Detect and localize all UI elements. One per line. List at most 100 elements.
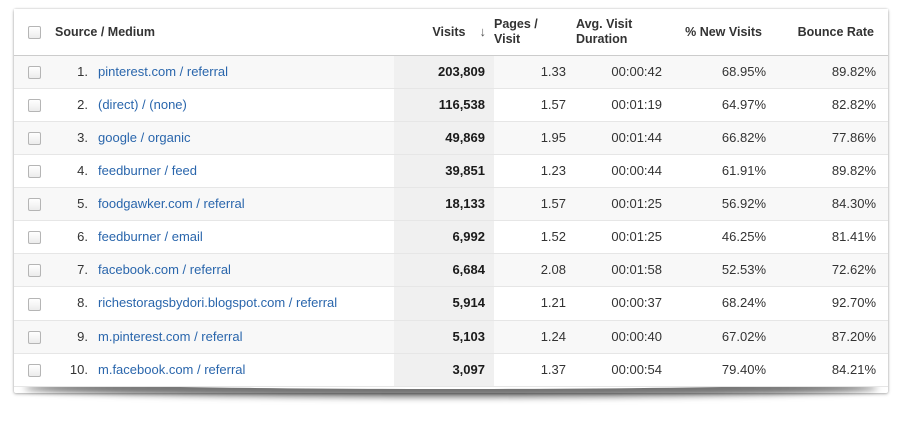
column-header-visits[interactable]: Visits↓ — [394, 9, 494, 56]
pct-new-visits-value: 61.91% — [672, 155, 776, 188]
row-rank: 10. — [54, 353, 88, 386]
column-header-label: % New Visits — [685, 25, 762, 40]
row-checkbox-cell — [14, 287, 54, 320]
page: Source / Medium Visits↓ Pages / Visit Av… — [0, 0, 909, 424]
column-header-source-medium[interactable]: Source / Medium — [54, 9, 394, 56]
pct-new-visits-value: 68.24% — [672, 287, 776, 320]
pages-per-visit-value: 1.52 — [494, 221, 576, 254]
column-header-label: Pages / Visit — [494, 17, 562, 47]
column-header-bounce-rate[interactable]: Bounce Rate — [776, 9, 888, 56]
table-row: 3. google / organic 49,869 1.95 00:01:44… — [14, 122, 888, 155]
visits-value: 116,538 — [394, 89, 494, 122]
row-checkbox[interactable] — [28, 231, 41, 244]
source-medium-link[interactable]: feedburner / feed — [98, 163, 197, 178]
column-header-pct-new-visits[interactable]: % New Visits — [672, 9, 776, 56]
source-medium-cell: pinterest.com / referral — [88, 56, 394, 89]
row-checkbox-cell — [14, 155, 54, 188]
row-checkbox-cell — [14, 122, 54, 155]
visits-value: 49,869 — [394, 122, 494, 155]
pct-new-visits-value: 66.82% — [672, 122, 776, 155]
row-checkbox[interactable] — [28, 364, 41, 377]
row-checkbox[interactable] — [28, 66, 41, 79]
source-medium-link[interactable]: pinterest.com / referral — [98, 64, 228, 79]
row-checkbox-cell — [14, 56, 54, 89]
row-rank: 3. — [54, 122, 88, 155]
table-row: 8. richestoragsbydori.blogspot.com / ref… — [14, 287, 888, 320]
bounce-rate-value: 82.82% — [776, 89, 888, 122]
pages-per-visit-value: 2.08 — [494, 254, 576, 287]
pages-per-visit-value: 1.24 — [494, 320, 576, 353]
row-checkbox[interactable] — [28, 99, 41, 112]
source-medium-link[interactable]: richestoragsbydori.blogspot.com / referr… — [98, 295, 337, 310]
avg-visit-duration-value: 00:00:37 — [576, 287, 672, 320]
source-medium-link[interactable]: foodgawker.com / referral — [98, 196, 245, 211]
source-medium-cell: feedburner / feed — [88, 155, 394, 188]
source-medium-report-card: Source / Medium Visits↓ Pages / Visit Av… — [14, 9, 888, 393]
pages-per-visit-value: 1.23 — [494, 155, 576, 188]
column-header-label: Source / Medium — [55, 25, 155, 39]
source-medium-link[interactable]: m.facebook.com / referral — [98, 362, 245, 377]
visits-value: 18,133 — [394, 188, 494, 221]
pages-per-visit-value: 1.21 — [494, 287, 576, 320]
source-medium-table: Source / Medium Visits↓ Pages / Visit Av… — [14, 9, 888, 387]
sort-descending-icon[interactable]: ↓ — [480, 24, 487, 39]
source-medium-cell: m.facebook.com / referral — [88, 353, 394, 386]
row-checkbox[interactable] — [28, 165, 41, 178]
row-checkbox[interactable] — [28, 264, 41, 277]
source-medium-link[interactable]: m.pinterest.com / referral — [98, 329, 243, 344]
avg-visit-duration-value: 00:00:42 — [576, 56, 672, 89]
pct-new-visits-value: 46.25% — [672, 221, 776, 254]
row-rank: 1. — [54, 56, 88, 89]
pct-new-visits-value: 79.40% — [672, 353, 776, 386]
pages-per-visit-value: 1.33 — [494, 56, 576, 89]
avg-visit-duration-value: 00:01:19 — [576, 89, 672, 122]
column-header-label: Avg. Visit Duration — [576, 17, 658, 47]
row-checkbox-cell — [14, 221, 54, 254]
visits-value: 6,684 — [394, 254, 494, 287]
bounce-rate-value: 89.82% — [776, 56, 888, 89]
bounce-rate-value: 92.70% — [776, 287, 888, 320]
pct-new-visits-value: 52.53% — [672, 254, 776, 287]
row-checkbox[interactable] — [28, 198, 41, 211]
row-checkbox[interactable] — [28, 298, 41, 311]
visits-value: 203,809 — [394, 56, 494, 89]
select-all-checkbox[interactable] — [28, 26, 41, 39]
bounce-rate-value: 87.20% — [776, 320, 888, 353]
pct-new-visits-value: 64.97% — [672, 89, 776, 122]
pct-new-visits-value: 68.95% — [672, 56, 776, 89]
row-rank: 6. — [54, 221, 88, 254]
column-header-avg-visit-duration[interactable]: Avg. Visit Duration — [576, 9, 672, 56]
source-medium-link[interactable]: feedburner / email — [98, 229, 203, 244]
row-rank: 5. — [54, 188, 88, 221]
table-row: 2. (direct) / (none) 116,538 1.57 00:01:… — [14, 89, 888, 122]
source-medium-link[interactable]: google / organic — [98, 130, 191, 145]
table-row: 5. foodgawker.com / referral 18,133 1.57… — [14, 188, 888, 221]
bounce-rate-value: 84.30% — [776, 188, 888, 221]
visits-value: 5,914 — [394, 287, 494, 320]
bounce-rate-value: 81.41% — [776, 221, 888, 254]
avg-visit-duration-value: 00:01:25 — [576, 188, 672, 221]
row-rank: 7. — [54, 254, 88, 287]
visits-value: 39,851 — [394, 155, 494, 188]
source-medium-cell: feedburner / email — [88, 221, 394, 254]
source-medium-link[interactable]: (direct) / (none) — [98, 97, 187, 112]
table-row: 9. m.pinterest.com / referral 5,103 1.24… — [14, 320, 888, 353]
row-checkbox-cell — [14, 320, 54, 353]
visits-value: 5,103 — [394, 320, 494, 353]
row-rank: 8. — [54, 287, 88, 320]
source-medium-link[interactable]: facebook.com / referral — [98, 262, 231, 277]
column-header-label: Bounce Rate — [798, 25, 874, 40]
row-checkbox[interactable] — [28, 331, 41, 344]
source-medium-cell: richestoragsbydori.blogspot.com / referr… — [88, 287, 394, 320]
row-checkbox-cell — [14, 89, 54, 122]
row-checkbox[interactable] — [28, 132, 41, 145]
source-medium-cell: google / organic — [88, 122, 394, 155]
pages-per-visit-value: 1.57 — [494, 89, 576, 122]
row-checkbox-cell — [14, 353, 54, 386]
column-header-pages-per-visit[interactable]: Pages / Visit — [494, 9, 576, 56]
visits-value: 6,992 — [394, 221, 494, 254]
pages-per-visit-value: 1.57 — [494, 188, 576, 221]
source-medium-cell: m.pinterest.com / referral — [88, 320, 394, 353]
select-all-header-cell — [14, 9, 54, 56]
table-row: 7. facebook.com / referral 6,684 2.08 00… — [14, 254, 888, 287]
